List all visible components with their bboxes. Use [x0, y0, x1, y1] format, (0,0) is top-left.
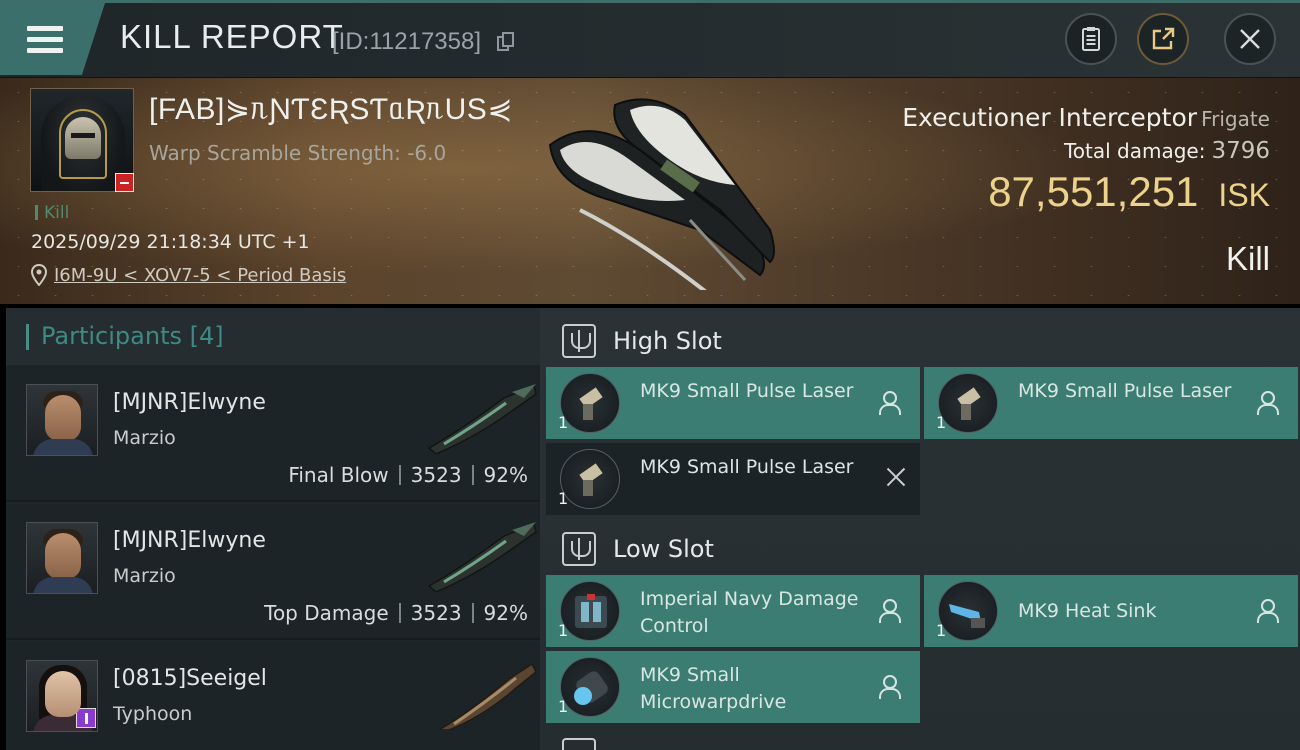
info-badge: [76, 708, 96, 728]
module-name: Imperial Navy Damage Control: [640, 588, 859, 637]
clipboard-icon: [1082, 27, 1100, 51]
pulse-laser-icon: [938, 373, 998, 433]
warp-scramble-strength: Warp Scramble Strength: -6.0: [149, 141, 447, 165]
user-icon: [1256, 599, 1279, 623]
fitting-panel: High Slot 1 MK9 Small Pulse Laser 1 MK9 …: [540, 308, 1300, 750]
participant-ship: Marzio: [113, 565, 176, 587]
kill-tag: Kill: [35, 203, 69, 223]
module-name: MK9 Small Pulse Laser: [640, 380, 854, 402]
participant-damage: 3523: [410, 463, 462, 487]
next-slot-icon: [562, 738, 596, 750]
module-name: MK9 Small Pulse Laser: [1018, 380, 1232, 402]
module-quantity: 1: [558, 413, 569, 432]
pulse-laser-icon: [560, 449, 620, 509]
participants-header: Participants [4]: [6, 308, 540, 365]
copy-icon[interactable]: [497, 32, 515, 52]
low-slot-header: Low Slot: [540, 520, 1300, 576]
user-icon: [878, 391, 901, 415]
participant-ship: Marzio: [113, 427, 176, 449]
top-bar: KILL REPORT [ID:11217358]: [0, 0, 1300, 78]
ship-class: Frigate: [1201, 107, 1270, 131]
module-name: MK9 Small Pulse Laser: [640, 456, 854, 478]
module-item[interactable]: 1 Imperial Navy Damage Control: [546, 575, 920, 647]
isk-unit: ISK: [1218, 177, 1270, 213]
participant-avatar[interactable]: [26, 384, 98, 456]
low-slot-icon: [562, 532, 596, 566]
participant-row[interactable]: [0815]Seeigel Typhoon: [6, 642, 540, 750]
participant-stats: Final Blow 3523 92%: [288, 463, 528, 487]
destroyed-x-icon: [884, 465, 908, 489]
module-item[interactable]: 1 MK9 Small Pulse Laser: [546, 367, 920, 439]
kill-summary-banner: [FAB]⋟ᥰƝƬƐƦSƬᥲƦᥰUS⋞ Warp Scramble Streng…: [0, 78, 1300, 304]
participant-role: Top Damage: [264, 601, 389, 625]
report-id: [ID:11217358]: [332, 28, 482, 55]
participant-ship-image: [437, 662, 537, 730]
module-quantity: 1: [558, 489, 569, 508]
victim-ship-name[interactable]: Executioner Interceptor Frigate: [902, 103, 1270, 132]
participant-name: [MJNR]Elwyne: [113, 390, 266, 415]
page-title: KILL REPORT: [120, 18, 344, 55]
participant-name: [0815]Seeigel: [113, 666, 267, 691]
participant-row[interactable]: [MJNR]Elwyne Marzio Top Damage 3523 92%: [6, 504, 540, 640]
share-icon: [1152, 27, 1175, 50]
total-damage-value: 3796: [1211, 138, 1270, 164]
participants-title: Participants [4]: [41, 322, 224, 350]
module-quantity: 1: [936, 413, 947, 432]
victim-ship-image: [548, 98, 775, 290]
participant-damage: 3523: [410, 601, 462, 625]
clipboard-report-button[interactable]: [1065, 13, 1117, 65]
microwarpdrive-icon: [560, 657, 620, 717]
kill-location-link[interactable]: I6M-9U < XOV7-5 < Period Basis: [54, 265, 346, 286]
kill-result: Kill: [1225, 240, 1270, 277]
heat-sink-icon: [938, 581, 998, 641]
negative-standing-badge: [115, 173, 134, 192]
isk-value: 87,551,251: [988, 168, 1199, 215]
close-icon: [1240, 29, 1260, 49]
damage-control-icon: [560, 581, 620, 641]
participant-stats: Top Damage 3523 92%: [264, 601, 528, 625]
participant-ship: Typhoon: [113, 703, 193, 725]
participant-percent: 92%: [483, 463, 528, 487]
location-pin-icon: [31, 264, 47, 286]
user-icon: [878, 675, 901, 699]
module-item[interactable]: 1 MK9 Heat Sink: [924, 575, 1298, 647]
total-damage: Total damage: 3796: [1064, 138, 1270, 164]
user-icon: [878, 599, 901, 623]
participant-percent: 92%: [483, 601, 528, 625]
participant-ship-image: [427, 384, 537, 454]
user-icon: [1256, 391, 1279, 415]
high-slot-icon: [562, 324, 596, 358]
participant-avatar[interactable]: [26, 522, 98, 594]
ship-type: Executioner Interceptor: [902, 103, 1198, 132]
menu-button[interactable]: [0, 3, 105, 75]
participant-role: Final Blow: [288, 463, 389, 487]
module-item[interactable]: 1 MK9 Small Pulse Laser: [924, 367, 1298, 439]
participant-ship-image: [427, 522, 537, 592]
participant-name: [MJNR]Elwyne: [113, 528, 266, 553]
module-item[interactable]: 1 MK9 Small Pulse Laser: [546, 443, 920, 515]
low-slot-title: Low Slot: [613, 535, 714, 563]
module-quantity: 1: [936, 621, 947, 640]
high-slot-header: High Slot: [540, 312, 1300, 368]
module-name: MK9 Small Microwarpdrive: [640, 664, 787, 713]
total-damage-label: Total damage:: [1063, 139, 1206, 163]
kill-datetime: 2025/09/29 21:18:34 UTC +1: [31, 231, 310, 253]
pulse-laser-icon: [560, 373, 620, 433]
victim-name[interactable]: [FAB]⋟ᥰƝƬƐƦSƬᥲƦᥰUS⋞: [149, 92, 513, 127]
module-quantity: 1: [558, 621, 569, 640]
isk-value-row: 87,551,251 ISK: [988, 168, 1270, 216]
high-slot-title: High Slot: [613, 327, 722, 355]
module-quantity: 1: [558, 697, 569, 716]
module-name: MK9 Heat Sink: [1018, 600, 1157, 622]
close-button[interactable]: [1224, 13, 1276, 65]
participant-row[interactable]: [MJNR]Elwyne Marzio Final Blow 3523 92%: [6, 366, 540, 502]
module-item[interactable]: 1 MK9 Small Microwarpdrive: [546, 651, 920, 723]
hamburger-menu-icon: [27, 26, 63, 54]
share-button[interactable]: [1137, 13, 1189, 65]
participants-panel: Participants [4] [MJNR]Elwyne Marzio Fin…: [6, 308, 540, 750]
